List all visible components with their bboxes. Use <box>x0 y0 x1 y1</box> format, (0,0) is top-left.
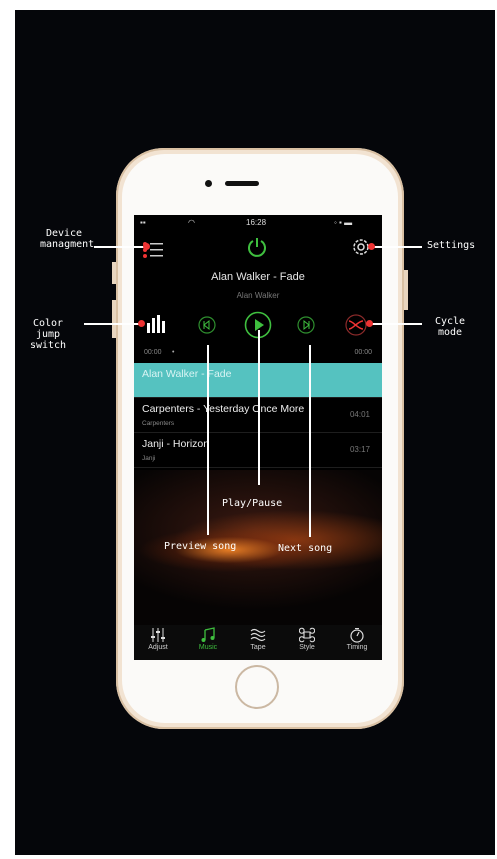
tab-label: Tape <box>250 644 266 651</box>
wave-icon <box>250 628 266 642</box>
wifi-icon: ◠ <box>188 218 195 227</box>
timer-icon <box>350 628 364 643</box>
now-playing-artist: Alan Walker <box>236 291 280 300</box>
now-playing-title: Alan Walker - Fade <box>211 271 305 283</box>
song-duration: 03:17 <box>349 445 370 454</box>
progress-knob[interactable]: • <box>172 349 174 356</box>
annotation-dot <box>366 320 373 327</box>
tab-label: Music <box>198 644 218 651</box>
speaker-grille <box>225 181 259 186</box>
annotation-dot <box>143 243 150 250</box>
annotation-line <box>370 323 422 325</box>
color-jump-icon[interactable] <box>146 315 166 333</box>
tab-adjust[interactable]: Adjust <box>138 627 178 651</box>
annotation-text: switch <box>29 340 67 351</box>
annotation-text: mode <box>437 327 463 338</box>
volume-button <box>112 262 116 284</box>
command-icon <box>299 627 315 643</box>
next-song-icon[interactable] <box>297 316 315 334</box>
annotation-cycle: Cycle mode <box>430 316 470 338</box>
top-bar <box>134 229 382 267</box>
annotation-line <box>84 323 140 325</box>
annotation-dot <box>368 243 375 250</box>
annotation-preview: Preview song <box>164 541 237 552</box>
annotation-dot <box>138 320 145 327</box>
volume-button <box>112 300 116 338</box>
tab-label: Adjust <box>148 644 168 651</box>
total-time: 00:00 <box>354 349 372 356</box>
annotation-text: Cycle <box>434 316 466 327</box>
previous-song-icon[interactable] <box>198 316 216 334</box>
cycle-mode-icon[interactable] <box>344 314 368 336</box>
annotation-text: Device <box>45 228 83 239</box>
sliders-icon <box>151 628 165 642</box>
tab-style[interactable]: Style <box>287 627 327 651</box>
status-bar: ▪▪ ◠ 16:28 ◦ ▪ ▬ <box>134 215 382 229</box>
song-title: Janji - Horizon <box>142 438 210 450</box>
power-side-button <box>404 270 408 310</box>
song-artist: Carpenters <box>142 420 175 427</box>
song-artist: Janji <box>142 455 156 462</box>
annotation-play-pause: Play/Pause <box>222 498 283 509</box>
tab-timing[interactable]: Timing <box>337 627 377 651</box>
annotation-text: jump <box>35 329 61 340</box>
elapsed-time: 00:00 <box>144 349 162 356</box>
annotation-line <box>372 246 422 248</box>
annotation-device: Device managment <box>40 228 95 250</box>
annotation-text: managment <box>40 239 95 250</box>
annotation-text: Color <box>32 318 64 329</box>
song-title: Alan Walker - Fade <box>142 368 232 380</box>
tab-label: Timing <box>346 644 368 651</box>
battery-icon: ◦ ▪ ▬ <box>334 218 353 227</box>
song-title: Carpenters - Yesterday Once More <box>142 403 305 415</box>
tab-label: Style <box>299 644 315 651</box>
tab-tape[interactable]: Tape <box>238 627 278 651</box>
music-note-icon <box>201 627 215 642</box>
annotation-next: Next song <box>278 543 333 554</box>
status-time: 16:28 <box>246 218 267 227</box>
tab-music[interactable]: Music <box>188 627 228 651</box>
annotation-settings: Settings <box>427 240 476 251</box>
tab-bar: Adjust Music Tape Style Timing <box>134 625 382 660</box>
song-duration: 04:01 <box>349 410 370 419</box>
camera-icon <box>205 180 212 187</box>
annotation-line <box>309 345 311 537</box>
home-button[interactable] <box>235 665 279 709</box>
annotation-line <box>258 330 260 485</box>
annotation-line <box>207 345 209 535</box>
annotation-color: Color jump switch <box>28 318 68 351</box>
power-icon[interactable] <box>246 236 268 258</box>
annotation-line <box>94 246 144 248</box>
signal-icon: ▪▪ <box>140 218 146 227</box>
